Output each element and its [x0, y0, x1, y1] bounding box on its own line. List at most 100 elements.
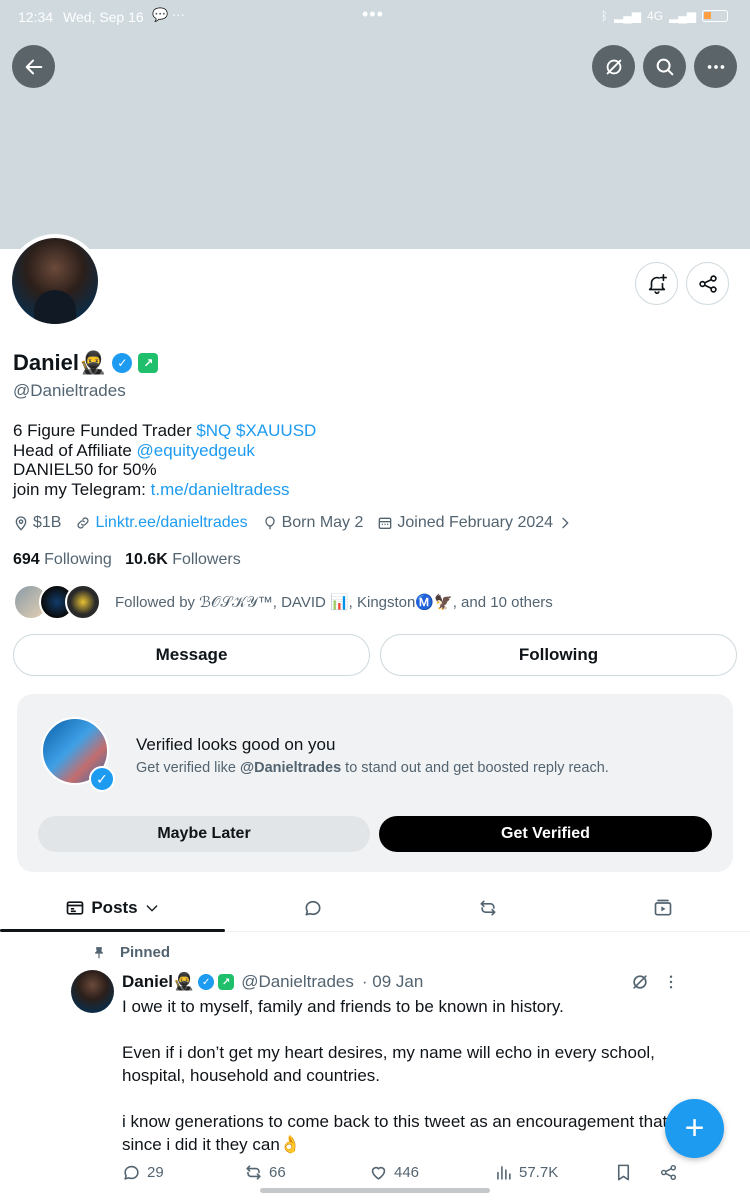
profile-avatar[interactable] [8, 234, 102, 328]
share-tweet-button[interactable] [659, 1163, 678, 1182]
status-date: Wed, Sep 16 [63, 9, 144, 25]
chevron-down-icon [146, 904, 157, 912]
card-subtitle: Get verified like @Danieltrades to stand… [136, 760, 609, 776]
website-item[interactable]: Linktr.ee/danieltrades [75, 514, 248, 532]
notify-button[interactable] [635, 262, 678, 305]
bio-text: join my Telegram: [13, 479, 151, 499]
repost-button[interactable]: 66 [244, 1163, 286, 1182]
card-sub-suffix: to stand out and get boosted reply reach… [341, 760, 609, 776]
profile-banner [0, 34, 750, 249]
verified-badge-icon[interactable]: ✓ [112, 353, 133, 373]
grok-icon [606, 59, 621, 74]
tab-replies[interactable] [225, 884, 400, 931]
following-count: 694 [13, 551, 40, 568]
tweet-more-button[interactable] [662, 972, 680, 997]
tweet-author-handle: @Danieltrades [241, 972, 354, 991]
followed-by-row[interactable]: Followed by ℬ𝒪𝒮𝒦𝒴™, DAVID 📊, KingstonⓂ️🦅… [13, 584, 553, 620]
tab-posts-label: Posts [91, 897, 138, 917]
joined-item[interactable]: Joined February 2024 [377, 514, 573, 532]
profile-tabs: Posts [0, 884, 750, 932]
views-icon [497, 1166, 511, 1180]
get-verified-button[interactable]: Get Verified [379, 816, 712, 852]
search-icon [656, 58, 673, 75]
plus-icon: + [684, 1109, 705, 1147]
website-link[interactable]: Linktr.ee/danieltrades [95, 514, 247, 532]
repost-count: 66 [269, 1164, 286, 1181]
link-icon [77, 517, 90, 529]
bookmark-button[interactable] [614, 1163, 633, 1182]
heart-icon [371, 1166, 386, 1180]
notification-icons: 💬 ··· [152, 7, 185, 22]
grok-icon [633, 975, 647, 989]
bluetooth-icon: ᛒ [600, 9, 609, 23]
tweet-author-avatar[interactable] [71, 970, 114, 1013]
media-icon [654, 899, 671, 915]
following-label: Following [44, 551, 112, 568]
bio-cashtag-link[interactable]: $NQ $XAUUSD [196, 421, 316, 440]
like-button[interactable]: 446 [369, 1163, 419, 1182]
reply-icon [305, 900, 320, 915]
verify-card: ✓ Verified looks good on you Get verifie… [17, 694, 733, 872]
birthday-text: Born May 2 [281, 514, 364, 531]
share-profile-button[interactable] [686, 262, 729, 305]
following-button[interactable]: Following [380, 634, 737, 676]
verified-badge-icon: ✓ [198, 974, 215, 990]
reply-icon [124, 1165, 139, 1180]
location-text: $1B [33, 514, 62, 531]
signal-icon: ▂▄▆ [614, 9, 642, 23]
back-button[interactable] [12, 45, 55, 88]
reply-count: 29 [147, 1164, 164, 1181]
compose-button[interactable]: + [665, 1099, 724, 1158]
location-icon [15, 516, 27, 531]
profile-meta: $1B Linktr.ee/danieltrades Born May 2 Jo… [13, 514, 573, 532]
status-bar: 12:34 Wed, Sep 16 💬 ··· ••• ᛒ ▂▄▆ 4G ▂▄▆ [0, 0, 750, 34]
display-name: Daniel🥷 [13, 350, 107, 375]
tweet-author-name[interactable]: Daniel🥷 [122, 972, 194, 992]
followers-link[interactable]: 10.6K Followers [125, 551, 241, 568]
pinned-indicator: Pinned [92, 944, 170, 961]
posts-icon [67, 900, 84, 915]
network-type: 4G [647, 9, 664, 23]
pinned-label: Pinned [120, 944, 171, 961]
message-button[interactable]: Message [13, 634, 370, 676]
more-button[interactable] [694, 45, 737, 88]
home-indicator [260, 1188, 490, 1193]
more-horizontal-icon [707, 64, 724, 69]
like-count: 446 [394, 1164, 420, 1181]
grok-button[interactable] [592, 45, 635, 88]
arrow-left-icon [25, 59, 42, 74]
followed-by-text: Followed by ℬ𝒪𝒮𝒦𝒴™, DAVID 📊, KingstonⓂ️🦅… [115, 594, 553, 611]
status-right: ᛒ ▂▄▆ 4G ▂▄▆ [601, 9, 728, 23]
views-count: 57.7K [519, 1164, 559, 1181]
location-item: $1B [13, 514, 61, 532]
more-vertical-icon [669, 975, 673, 989]
profile-bio: 6 Figure Funded Trader $NQ $XAUUSD Head … [13, 421, 316, 499]
birthday-item: Born May 2 [262, 514, 364, 532]
tab-reposts[interactable] [400, 884, 575, 931]
balloon-icon [264, 516, 275, 530]
card-sub-prefix: Get verified like [136, 760, 240, 776]
following-link[interactable]: 694 Following [13, 551, 112, 568]
bell-plus-icon [648, 273, 667, 294]
chevron-right-icon [562, 517, 569, 529]
affiliate-badge-icon[interactable]: ↗ [138, 353, 159, 373]
maybe-later-button[interactable]: Maybe Later [38, 816, 370, 852]
reply-button[interactable]: 29 [122, 1163, 164, 1182]
search-button[interactable] [643, 45, 686, 88]
card-sub-handle: @Danieltrades [239, 760, 342, 776]
profile-handle: @Danieltrades [13, 381, 126, 400]
tweet-grok-button[interactable] [630, 972, 650, 997]
tab-posts[interactable]: Posts [0, 884, 225, 931]
views-button[interactable]: 57.7K [494, 1163, 558, 1182]
share-icon [698, 274, 717, 293]
share-icon [660, 1164, 677, 1181]
tweet-header: Daniel🥷 ✓ ↗ @Danieltrades · 09 Jan [122, 972, 423, 992]
active-tab-indicator [0, 929, 225, 932]
pin-icon [94, 946, 104, 958]
tab-media[interactable] [575, 884, 750, 931]
bio-mention-link[interactable]: @equityedgeuk [137, 441, 255, 460]
bio-telegram-link[interactable]: t.me/danieltradess [151, 480, 290, 499]
verified-check-icon: ✓ [89, 766, 115, 792]
repost-icon [246, 1165, 261, 1180]
status-time: 12:34 [18, 9, 54, 25]
